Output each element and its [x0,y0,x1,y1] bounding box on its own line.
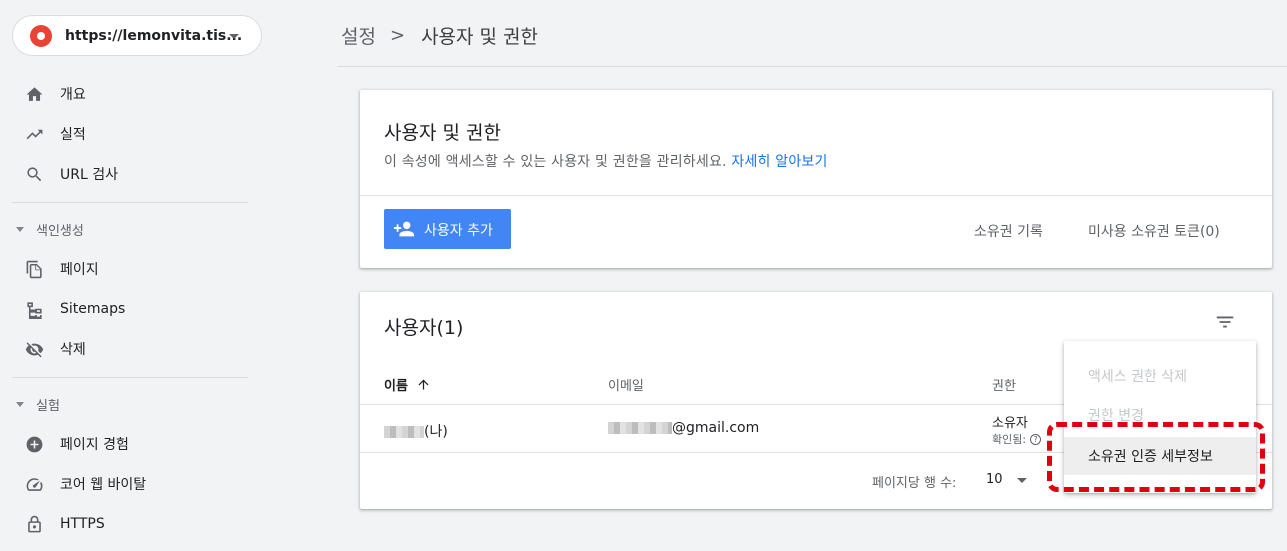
sidebar-section-label: 실험 [36,398,60,414]
permissions-card: 사용자 및 권한 이 속성에 액세스할 수 있는 사용자 및 권한을 관리하세요… [360,90,1272,268]
collapse-triangle-icon [16,401,24,407]
column-header-permission[interactable]: 권한 [992,375,1016,394]
sidebar-item-label: 개요 [60,87,86,103]
card-title: 사용자(1) [384,317,464,339]
header-divider [337,66,1287,67]
plus-circle-icon [24,434,44,454]
card-description: 이 속성에 액세스할 수 있는 사용자 및 권한을 관리하세요. 자세히 알아보… [384,151,828,171]
breadcrumb: 설정 > 사용자 및 권한 [341,22,538,49]
ownership-history-button[interactable]: 소유권 기록 [974,221,1043,241]
redacted-email [608,422,672,434]
card-divider [360,195,1272,196]
sidebar-item-https[interactable]: HTTPS [0,506,248,542]
sitemap-icon [24,299,44,319]
column-header-label: 이름 [384,379,408,394]
sidebar-item-pages[interactable]: 페이지 [0,251,248,287]
unused-tokens-button[interactable]: 미사용 소유권 토큰(0) [1088,221,1220,241]
rows-per-page-select[interactable]: 10 [986,472,1003,487]
property-url: https://lemonvita.tis... [65,28,243,44]
sidebar-divider [12,202,248,203]
breadcrumb-parent[interactable]: 설정 [341,22,376,49]
trending-up-icon [24,124,44,144]
description-text: 이 속성에 액세스할 수 있는 사용자 및 권한을 관리하세요. [384,154,727,170]
breadcrumb-separator: > [389,25,406,46]
sidebar-item-label: 삭제 [60,342,86,358]
person-add-icon [393,221,415,237]
user-name-cell: (나) [384,421,448,441]
verified-label: 확인됨: [992,433,1027,446]
site-favicon-icon [30,25,52,47]
property-selector[interactable]: https://lemonvita.tis... [12,15,262,56]
column-header-name[interactable]: 이름 [384,375,431,394]
eye-off-icon [24,339,44,359]
caret-down-icon[interactable] [1017,478,1027,483]
lock-icon [24,514,44,534]
sidebar-item-overview[interactable]: 개요 [0,76,248,112]
sidebar-item-label: 페이지 경험 [60,437,129,453]
filter-icon[interactable] [1214,311,1236,333]
card-title: 사용자 및 권한 [384,122,501,144]
search-icon [24,164,44,184]
column-header-email[interactable]: 이메일 [608,375,644,394]
sidebar-item-label: 페이지 [60,262,99,278]
arrow-up-icon [418,379,429,390]
sidebar-item-url-inspection[interactable]: URL 검사 [0,156,248,192]
user-email-cell: @gmail.com [608,420,759,436]
home-icon [24,84,44,104]
menu-item-ownership-verification-details[interactable]: 소유권 인증 세부정보 [1064,437,1256,475]
sidebar-item-performance[interactable]: 실적 [0,116,248,152]
sidebar-section-label: 색인생성 [36,223,84,239]
sidebar-item-label: 코어 웹 바이탈 [60,477,147,493]
sidebar: https://lemonvita.tis... 개요 실적 URL 검사 색인… [0,0,262,551]
collapse-triangle-icon [16,226,24,232]
add-user-button[interactable]: 사용자 추가 [384,209,511,249]
help-icon[interactable]: ? [1030,433,1042,445]
menu-item-remove-access[interactable]: 액세스 권한 삭제 [1064,357,1256,395]
user-permission: 소유자 [992,416,1028,431]
learn-more-link[interactable]: 자세히 알아보기 [731,154,827,170]
verified-status: 확인됨: ? [992,431,1042,447]
pages-icon [24,259,44,279]
sidebar-divider [12,377,248,378]
sidebar-item-label: 실적 [60,127,86,143]
sidebar-item-sitemaps[interactable]: Sitemaps [0,291,248,327]
sidebar-item-label: Sitemaps [60,301,126,317]
user-name-suffix: (나) [424,424,448,440]
sidebar-item-label: URL 검사 [60,167,118,183]
sidebar-item-label: HTTPS [60,516,105,532]
user-email-suffix: @gmail.com [672,420,760,436]
sidebar-section-experience[interactable]: 실험 [16,392,60,416]
menu-item-change-permission[interactable]: 권한 변경 [1064,396,1256,434]
redacted-name [384,426,424,438]
page-title: 사용자 및 권한 [421,26,539,48]
add-user-label: 사용자 추가 [424,223,493,239]
sidebar-item-removals[interactable]: 삭제 [0,331,248,367]
sidebar-section-indexing[interactable]: 색인생성 [16,217,84,241]
sidebar-item-page-experience[interactable]: 페이지 경험 [0,426,248,462]
sidebar-item-core-web-vitals[interactable]: 코어 웹 바이탈 [0,466,248,502]
rows-per-page-label: 페이지당 행 수: [872,476,957,491]
caret-down-icon [229,34,239,39]
actions-menu: 액세스 권한 삭제 권한 변경 소유권 인증 세부정보 [1064,341,1256,493]
speedometer-icon [24,474,44,494]
